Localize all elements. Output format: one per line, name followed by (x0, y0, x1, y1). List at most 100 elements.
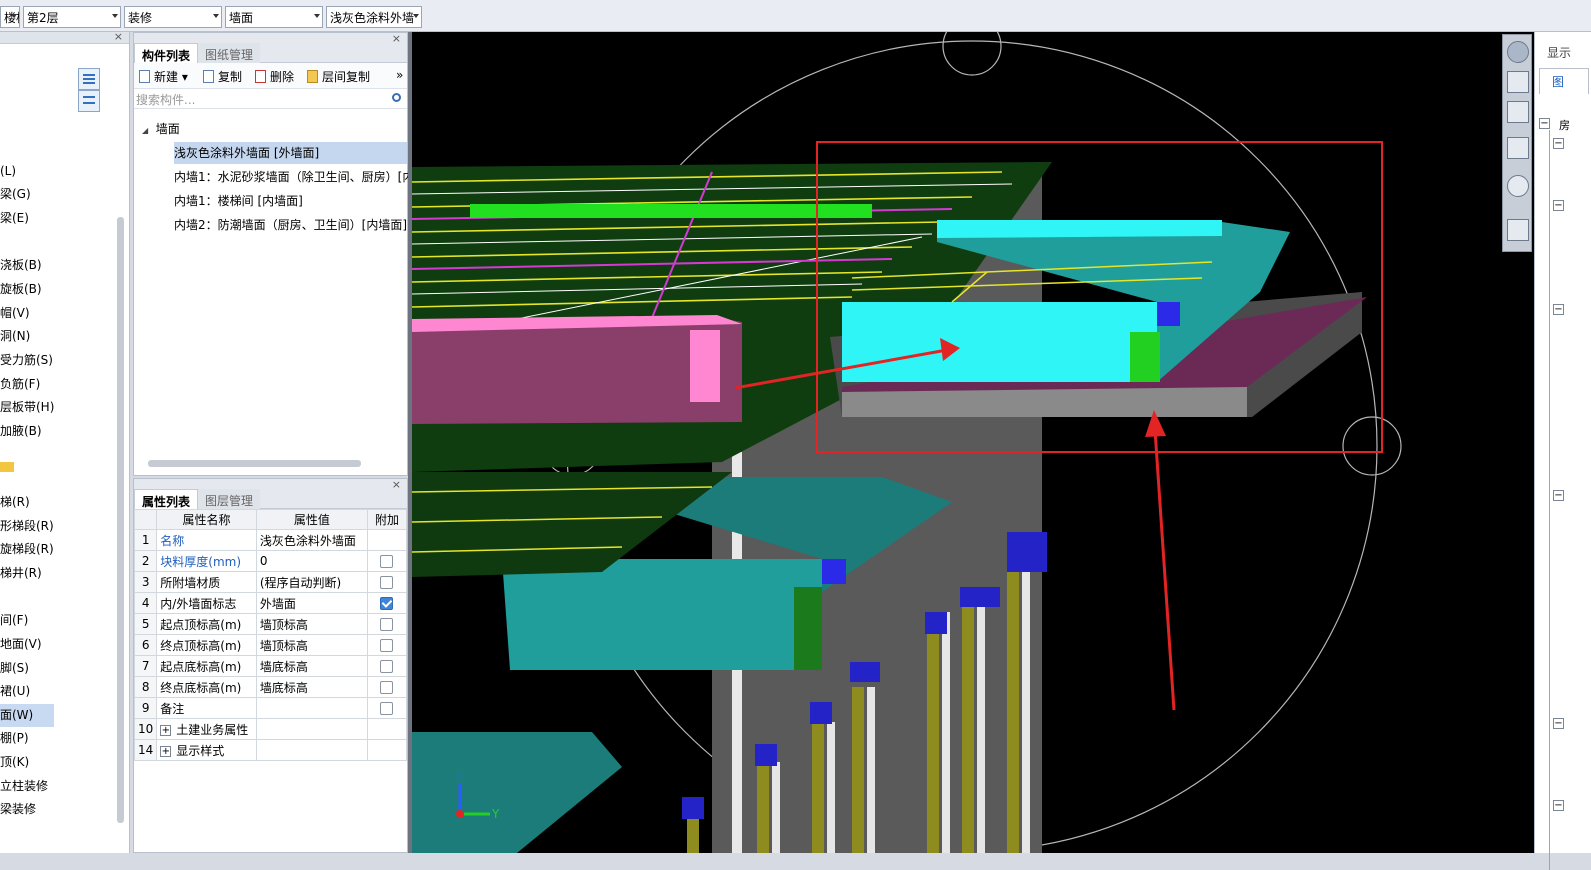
tree-item[interactable]: 内墙1：楼梯间 [内墙面] (174, 190, 303, 212)
tab-property-list[interactable]: 属性列表 (134, 489, 199, 509)
nav-item[interactable]: 裙(U) (0, 680, 122, 703)
property-value[interactable]: 0 (255, 550, 368, 572)
2d-view-icon[interactable] (1507, 71, 1529, 93)
close-icon[interactable]: × (392, 478, 401, 491)
property-row[interactable]: 6 终点顶标高(m) 墙顶标高 (133, 634, 408, 656)
floor-copy-button[interactable]: 层间复制 (307, 68, 370, 85)
property-value[interactable]: (程序自动判断) (255, 571, 368, 593)
property-row[interactable]: 10 + 土建业务属性 (133, 718, 408, 740)
layout-icon[interactable] (1507, 219, 1529, 241)
tab-layer-manager[interactable]: 图层管理 (198, 489, 261, 509)
tab-component-list[interactable]: 构件列表 (134, 43, 199, 63)
3d-view-icon[interactable] (1507, 101, 1529, 123)
nav-item[interactable]: 洞(N) (0, 325, 122, 348)
tab-drawing-manager[interactable]: 图纸管理 (198, 43, 261, 63)
attach-checkbox[interactable] (380, 597, 394, 610)
property-row[interactable]: 3 所附墙材质 (程序自动判断) (133, 571, 408, 593)
property-value[interactable]: 墙底标高 (255, 676, 368, 698)
property-row[interactable]: 5 起点顶标高(m) 墙顶标高 (133, 613, 408, 635)
property-value[interactable]: 墙底标高 (255, 655, 368, 677)
left-scrollbar[interactable] (117, 217, 124, 823)
property-value[interactable]: 墙顶标高 (255, 634, 368, 656)
nav-item[interactable]: 负筋(F) (0, 373, 122, 396)
nav-item[interactable]: 地面(V) (0, 633, 122, 656)
property-value[interactable]: 浅灰色涂料外墙面 (255, 529, 368, 551)
property-row[interactable]: 8 终点底标高(m) 墙底标高 (133, 676, 408, 698)
nav-item[interactable]: 受力筋(S) (0, 349, 122, 372)
property-row[interactable]: 1 名称 浅灰色涂料外墙面 (133, 529, 408, 551)
collapse-icon[interactable]: − (1553, 304, 1564, 315)
property-value[interactable]: 外墙面 (255, 592, 368, 614)
tree-root[interactable]: ◢ 墙面 (142, 118, 180, 140)
nav-item[interactable]: 浇板(B) (0, 254, 122, 277)
nav-item[interactable]: 棚(P) (0, 727, 122, 750)
attach-checkbox[interactable] (380, 702, 394, 715)
property-row[interactable]: 2 块料厚度(mm) 0 (133, 550, 408, 572)
more-icon[interactable]: » (396, 68, 403, 82)
nav-item[interactable]: 间(F) (0, 609, 122, 632)
collapse-icon[interactable]: − (1539, 118, 1550, 129)
attach-checkbox[interactable] (380, 660, 394, 673)
search-icon[interactable] (392, 93, 401, 102)
nav-item[interactable]: 加腋(B) (0, 420, 122, 443)
collapse-icon[interactable]: − (1553, 138, 1564, 149)
delete-button[interactable]: 删除 (255, 68, 294, 85)
3d-viewport[interactable]: Y Z (412, 32, 1534, 853)
nav-item[interactable]: (L) (0, 160, 122, 183)
grid-view-icon[interactable] (78, 90, 100, 112)
property-row[interactable]: 4 内/外墙面标志 外墙面 (133, 592, 408, 614)
component-combo[interactable]: 浅灰色涂料外墙 (326, 6, 422, 28)
copy-button[interactable]: 复制 (203, 68, 242, 85)
category-combo[interactable]: 楼梯 (0, 6, 20, 28)
tree-item[interactable]: 内墙2：防潮墙面（厨房、卫生间）[内墙面] (174, 214, 407, 236)
dynamic-observe-icon[interactable] (1507, 41, 1529, 63)
attach-checkbox[interactable] (380, 555, 394, 568)
tree-item[interactable]: 浅灰色涂料外墙面 [外墙面] (174, 142, 407, 164)
horizontal-scrollbar[interactable] (148, 460, 361, 467)
nav-item[interactable]: 面(W) (0, 704, 54, 727)
nav-item[interactable]: 形梯段(R) (0, 515, 122, 538)
nav-item[interactable]: 脚(S) (0, 657, 122, 680)
list-view-icon[interactable] (78, 68, 100, 90)
property-value[interactable] (255, 718, 368, 740)
property-value[interactable]: 墙顶标高 (255, 613, 368, 635)
cyan-beam[interactable] (842, 302, 1157, 382)
nav-item[interactable]: 梯(R) (0, 491, 122, 514)
expand-icon[interactable]: + (160, 745, 172, 757)
teal-beam[interactable] (502, 559, 822, 670)
type-combo[interactable]: 装修 (124, 6, 222, 28)
nav-item[interactable]: 旋梯段(R) (0, 538, 122, 561)
nav-item[interactable]: 帽(V) (0, 302, 122, 325)
property-row[interactable]: 9 备注 (133, 697, 408, 719)
green-beam[interactable] (470, 204, 872, 218)
collapse-icon[interactable]: − (1553, 800, 1564, 811)
expand-icon[interactable]: + (160, 724, 172, 736)
collapse-icon[interactable]: − (1553, 718, 1564, 729)
orbit-handle-top[interactable] (942, 32, 1002, 76)
attach-checkbox[interactable] (380, 618, 394, 631)
nav-item[interactable]: 梁装修 (0, 798, 122, 821)
property-row[interactable]: 7 起点底标高(m) 墙底标高 (133, 655, 408, 677)
attach-checkbox[interactable] (380, 576, 394, 589)
close-icon[interactable]: × (114, 30, 123, 43)
rotate-icon[interactable] (1507, 175, 1529, 197)
property-value[interactable] (255, 739, 368, 761)
nav-item[interactable]: 立柱装修 (0, 775, 122, 798)
orbit-handle-right[interactable] (1342, 416, 1402, 476)
floor-combo[interactable]: 第2层 (23, 6, 121, 28)
nav-item[interactable]: 梁(E) (0, 207, 122, 230)
cube-view-icon[interactable] (1507, 137, 1529, 159)
component-type-combo[interactable]: 墙面 (225, 6, 323, 28)
tree-item[interactable]: 内墙1：水泥砂浆墙面（除卫生间、厨房）[内 (174, 166, 414, 188)
attach-checkbox[interactable] (380, 639, 394, 652)
search-input[interactable]: 搜索构件... (134, 89, 407, 109)
nav-item[interactable]: 梁(G) (0, 183, 122, 206)
collapse-icon[interactable]: − (1553, 490, 1564, 501)
nav-item[interactable]: 层板带(H) (0, 396, 122, 419)
collapse-icon[interactable]: − (1553, 200, 1564, 211)
property-row[interactable]: 14 + 显示样式 (133, 739, 408, 761)
new-button[interactable]: 新建 ▾ (139, 68, 188, 85)
property-value[interactable] (255, 697, 368, 719)
display-tab[interactable]: 图 (1539, 68, 1589, 94)
collapse-icon[interactable]: ◢ (142, 126, 148, 135)
